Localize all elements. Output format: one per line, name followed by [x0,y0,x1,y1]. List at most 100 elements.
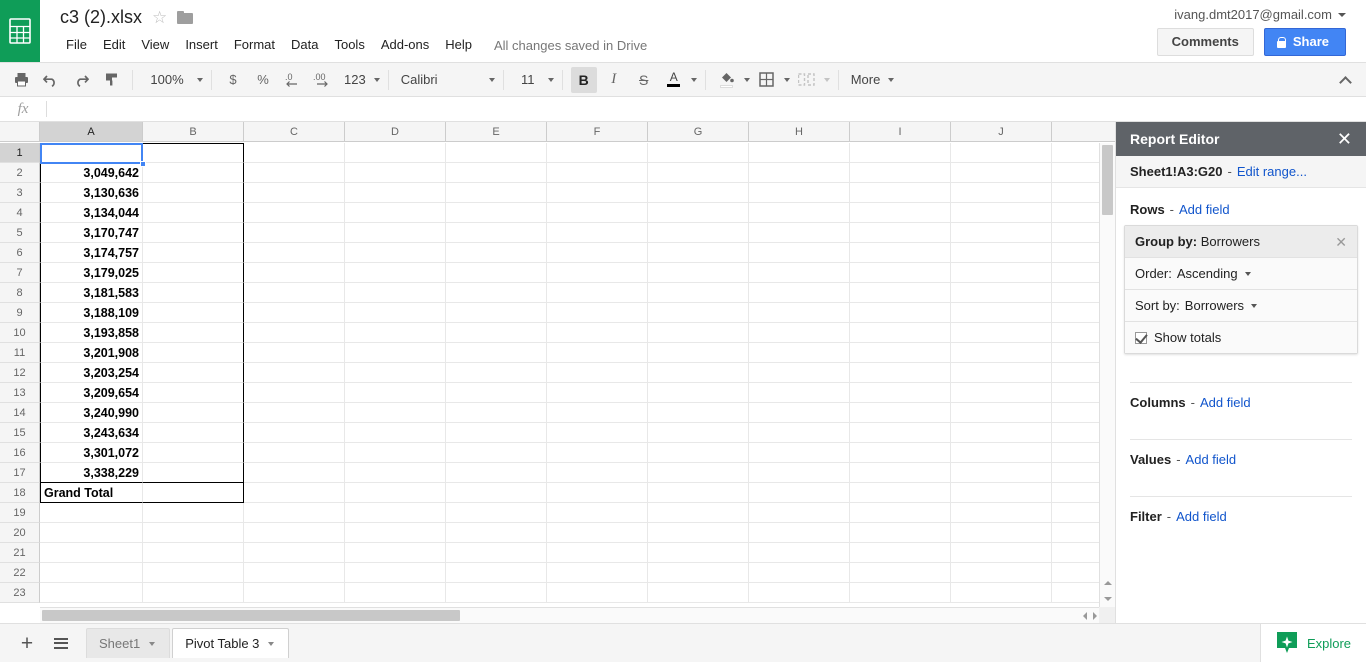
cell-E7[interactable] [446,263,547,283]
cell-A15[interactable]: 3,243,634 [40,423,143,443]
cell-J7[interactable] [951,263,1052,283]
cell-I14[interactable] [850,403,951,423]
chevron-down-icon[interactable] [149,641,156,646]
cell-D8[interactable] [345,283,446,303]
column-header-partial[interactable] [1052,122,1115,141]
font-family-select[interactable]: Calibri [395,67,497,93]
cell-H6[interactable] [749,243,850,263]
cell-J4[interactable] [951,203,1052,223]
cell-F4[interactable] [547,203,648,223]
strikethrough-button[interactable]: S [631,67,657,93]
cell-E2[interactable] [446,163,547,183]
cell-D11[interactable] [345,343,446,363]
cell-D5[interactable] [345,223,446,243]
column-header-d[interactable]: D [345,122,446,141]
menu-item-file[interactable]: File [58,33,95,57]
horizontal-scroll-thumb[interactable] [42,610,460,621]
remove-field-icon[interactable]: ✕ [1335,235,1347,249]
cell-G6[interactable] [648,243,749,263]
fill-color-icon[interactable] [714,67,740,93]
cell-E12[interactable] [446,363,547,383]
cell-C7[interactable] [244,263,345,283]
cell-C12[interactable] [244,363,345,383]
cell-H23[interactable] [749,583,850,603]
cell-F14[interactable] [547,403,648,423]
menu-item-tools[interactable]: Tools [326,33,372,57]
cell-A2[interactable]: 3,049,642 [40,163,143,183]
cell-D20[interactable] [345,523,446,543]
cell-B14[interactable] [143,403,244,423]
row-header-15[interactable]: 15 [0,423,40,443]
cell-H10[interactable] [749,323,850,343]
cell-I8[interactable] [850,283,951,303]
cell-F8[interactable] [547,283,648,303]
cell-H7[interactable] [749,263,850,283]
horizontal-scrollbar[interactable] [40,607,1099,623]
column-header-f[interactable]: F [547,122,648,141]
add-sheet-button[interactable]: + [12,628,42,658]
cell-H22[interactable] [749,563,850,583]
cell-F1[interactable] [547,143,648,163]
column-header-h[interactable]: H [749,122,850,141]
cell-E21[interactable] [446,543,547,563]
cell-I3[interactable] [850,183,951,203]
cell-E16[interactable] [446,443,547,463]
cell-C15[interactable] [244,423,345,443]
cell-F13[interactable] [547,383,648,403]
cell-G3[interactable] [648,183,749,203]
cell-J1[interactable] [951,143,1052,163]
row-header-10[interactable]: 10 [0,323,40,343]
cell-A18[interactable]: Grand Total [40,483,143,503]
cell-H3[interactable] [749,183,850,203]
cell-I19[interactable] [850,503,951,523]
cell-E10[interactable] [446,323,547,343]
cell-J5[interactable] [951,223,1052,243]
menu-item-edit[interactable]: Edit [95,33,133,57]
cell-B15[interactable] [143,423,244,443]
cell-J17[interactable] [951,463,1052,483]
comments-button[interactable]: Comments [1156,28,1254,56]
row-header-14[interactable]: 14 [0,403,40,423]
cell-D6[interactable] [345,243,446,263]
cell-J23[interactable] [951,583,1052,603]
cell-G5[interactable] [648,223,749,243]
share-button[interactable]: Share [1263,28,1346,56]
row-header-16[interactable]: 16 [0,443,40,463]
sheets-logo-icon[interactable] [0,0,40,62]
cell-A6[interactable]: 3,174,757 [40,243,143,263]
decrease-decimal-button[interactable]: .0 [280,67,306,93]
cell-B19[interactable] [143,503,244,523]
redo-icon[interactable] [68,67,94,93]
row-header-7[interactable]: 7 [0,263,40,283]
column-header-e[interactable]: E [446,122,547,141]
borders-icon[interactable] [754,67,780,93]
row-header-6[interactable]: 6 [0,243,40,263]
cell-F15[interactable] [547,423,648,443]
column-header-b[interactable]: B [143,122,244,141]
cell-D18[interactable] [345,483,446,503]
cell-J8[interactable] [951,283,1052,303]
cell-J6[interactable] [951,243,1052,263]
cell-C11[interactable] [244,343,345,363]
cell-A7[interactable]: 3,179,025 [40,263,143,283]
cell-A4[interactable]: 3,134,044 [40,203,143,223]
cell-I13[interactable] [850,383,951,403]
cell-A22[interactable] [40,563,143,583]
cell-G19[interactable] [648,503,749,523]
cell-F20[interactable] [547,523,648,543]
cell-D1[interactable] [345,143,446,163]
cell-H19[interactable] [749,503,850,523]
show-totals-checkbox[interactable]: Show totals [1135,330,1221,345]
cell-E4[interactable] [446,203,547,223]
cell-G23[interactable] [648,583,749,603]
zoom-select[interactable]: 100% [139,67,205,93]
cell-G9[interactable] [648,303,749,323]
cell-G18[interactable] [648,483,749,503]
cell-I1[interactable] [850,143,951,163]
cell-B1[interactable] [143,143,244,163]
cell-A10[interactable]: 3,193,858 [40,323,143,343]
sort-by-select[interactable]: Sort by: Borrowers [1125,289,1357,321]
cell-C14[interactable] [244,403,345,423]
cell-G20[interactable] [648,523,749,543]
cell-E1[interactable] [446,143,547,163]
